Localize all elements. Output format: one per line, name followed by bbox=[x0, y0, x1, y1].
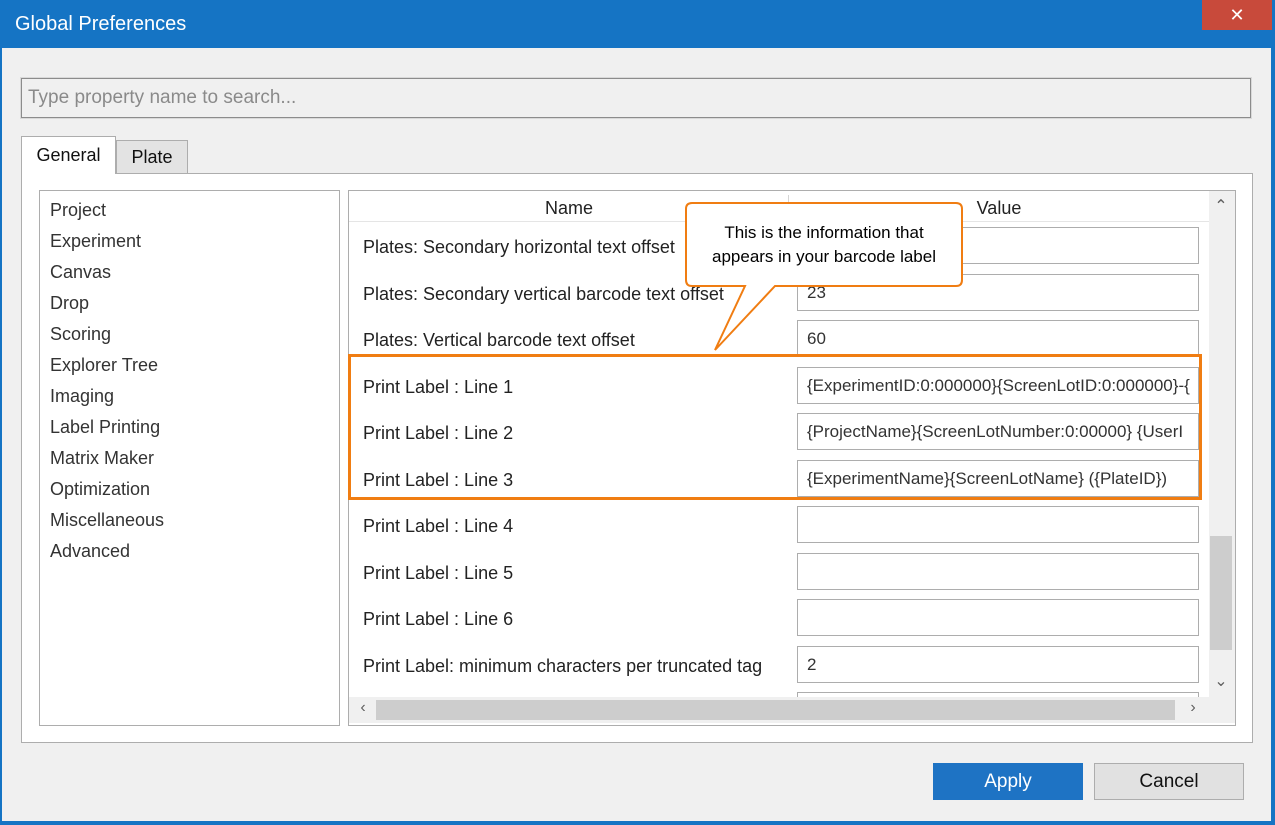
property-name: Plates: Secondary horizontal text offset bbox=[363, 237, 675, 257]
property-name: Plates: Vertical barcode text offset bbox=[363, 330, 635, 350]
tab-general[interactable]: General bbox=[21, 136, 116, 174]
nav-item-experiment[interactable]: Experiment bbox=[50, 228, 141, 254]
property-name: Print Label : Line 6 bbox=[363, 609, 514, 629]
nav-item-scoring[interactable]: Scoring bbox=[50, 321, 111, 347]
nav-item-canvas[interactable]: Canvas bbox=[50, 259, 111, 285]
callout-text: This is the information that appears in … bbox=[686, 221, 962, 269]
column-header-value[interactable]: Value bbox=[789, 191, 1209, 221]
callout-line-1: This is the information that bbox=[724, 223, 924, 242]
property-name: Plates: Secondary vertical barcode text … bbox=[363, 284, 724, 304]
vertical-scroll-thumb[interactable] bbox=[1210, 536, 1232, 650]
window-title: Global Preferences bbox=[15, 13, 187, 35]
close-icon: ✕ bbox=[1229, 5, 1245, 25]
callout-line-2: appears in your barcode label bbox=[712, 247, 936, 266]
apply-button[interactable]: Apply bbox=[933, 763, 1083, 800]
column-header-name[interactable]: Name bbox=[349, 191, 789, 221]
nav-item-optimization[interactable]: Optimization bbox=[50, 476, 150, 502]
property-name: Print Label : Line 4 bbox=[363, 516, 514, 536]
horizontal-scrollbar[interactable]: ‹ › bbox=[349, 697, 1209, 723]
nav-item-explorer-tree[interactable]: Explorer Tree bbox=[50, 352, 158, 378]
property-name: Print Label : Line 5 bbox=[363, 563, 514, 583]
property-value-field[interactable]: 2 bbox=[797, 646, 1199, 683]
property-value-field[interactable]: {ExperimentID:0:000000}{ScreenLotID:0:00… bbox=[797, 367, 1199, 404]
scroll-right-icon[interactable]: › bbox=[1181, 699, 1205, 717]
search-box bbox=[20, 77, 1252, 119]
property-value-field[interactable]: {ProjectName}{ScreenLotNumber:0:00000} {… bbox=[797, 413, 1199, 450]
nav-item-drop[interactable]: Drop bbox=[50, 290, 89, 316]
nav-item-miscellaneous[interactable]: Miscellaneous bbox=[50, 507, 164, 533]
horizontal-scroll-thumb[interactable] bbox=[376, 700, 1175, 720]
property-value-field[interactable]: 23 bbox=[797, 274, 1199, 311]
property-name: Print Label : Line 2 bbox=[363, 423, 514, 443]
property-name: Print Label : Line 3 bbox=[363, 470, 514, 490]
property-value-field[interactable]: {ExperimentName}{ScreenLotName} ({PlateI… bbox=[797, 460, 1199, 497]
property-value-field[interactable]: 60 bbox=[797, 320, 1199, 357]
property-name: Print Label : Line 1 bbox=[363, 377, 514, 397]
category-list: Project Experiment Canvas Drop Scoring E… bbox=[39, 190, 340, 726]
scroll-down-icon[interactable]: ⌄ bbox=[1209, 671, 1233, 691]
nav-item-advanced[interactable]: Advanced bbox=[50, 538, 130, 564]
property-name: Print Label: minimum characters per trun… bbox=[363, 656, 763, 676]
scroll-up-icon[interactable]: ⌃ bbox=[1209, 196, 1233, 216]
vertical-scrollbar[interactable]: ⌃ ⌄ bbox=[1209, 191, 1235, 697]
tab-plate[interactable]: Plate bbox=[116, 140, 188, 173]
scroll-left-icon[interactable]: ‹ bbox=[351, 699, 375, 717]
scrollbar-corner bbox=[1209, 697, 1235, 723]
property-value-field[interactable] bbox=[797, 506, 1199, 543]
cancel-button[interactable]: Cancel bbox=[1094, 763, 1244, 800]
nav-item-project[interactable]: Project bbox=[50, 197, 106, 223]
nav-item-imaging[interactable]: Imaging bbox=[50, 383, 114, 409]
close-button[interactable]: ✕ bbox=[1202, 0, 1272, 30]
nav-item-label-printing[interactable]: Label Printing bbox=[50, 414, 160, 440]
nav-item-matrix-maker[interactable]: Matrix Maker bbox=[50, 445, 154, 471]
property-value-field[interactable] bbox=[797, 599, 1199, 636]
property-value-field[interactable] bbox=[797, 553, 1199, 590]
title-bar: Global Preferences ✕ bbox=[0, 0, 1275, 48]
property-grid: Name Value Plates: Secondary horizontal … bbox=[348, 190, 1236, 726]
search-input[interactable] bbox=[22, 79, 1250, 117]
